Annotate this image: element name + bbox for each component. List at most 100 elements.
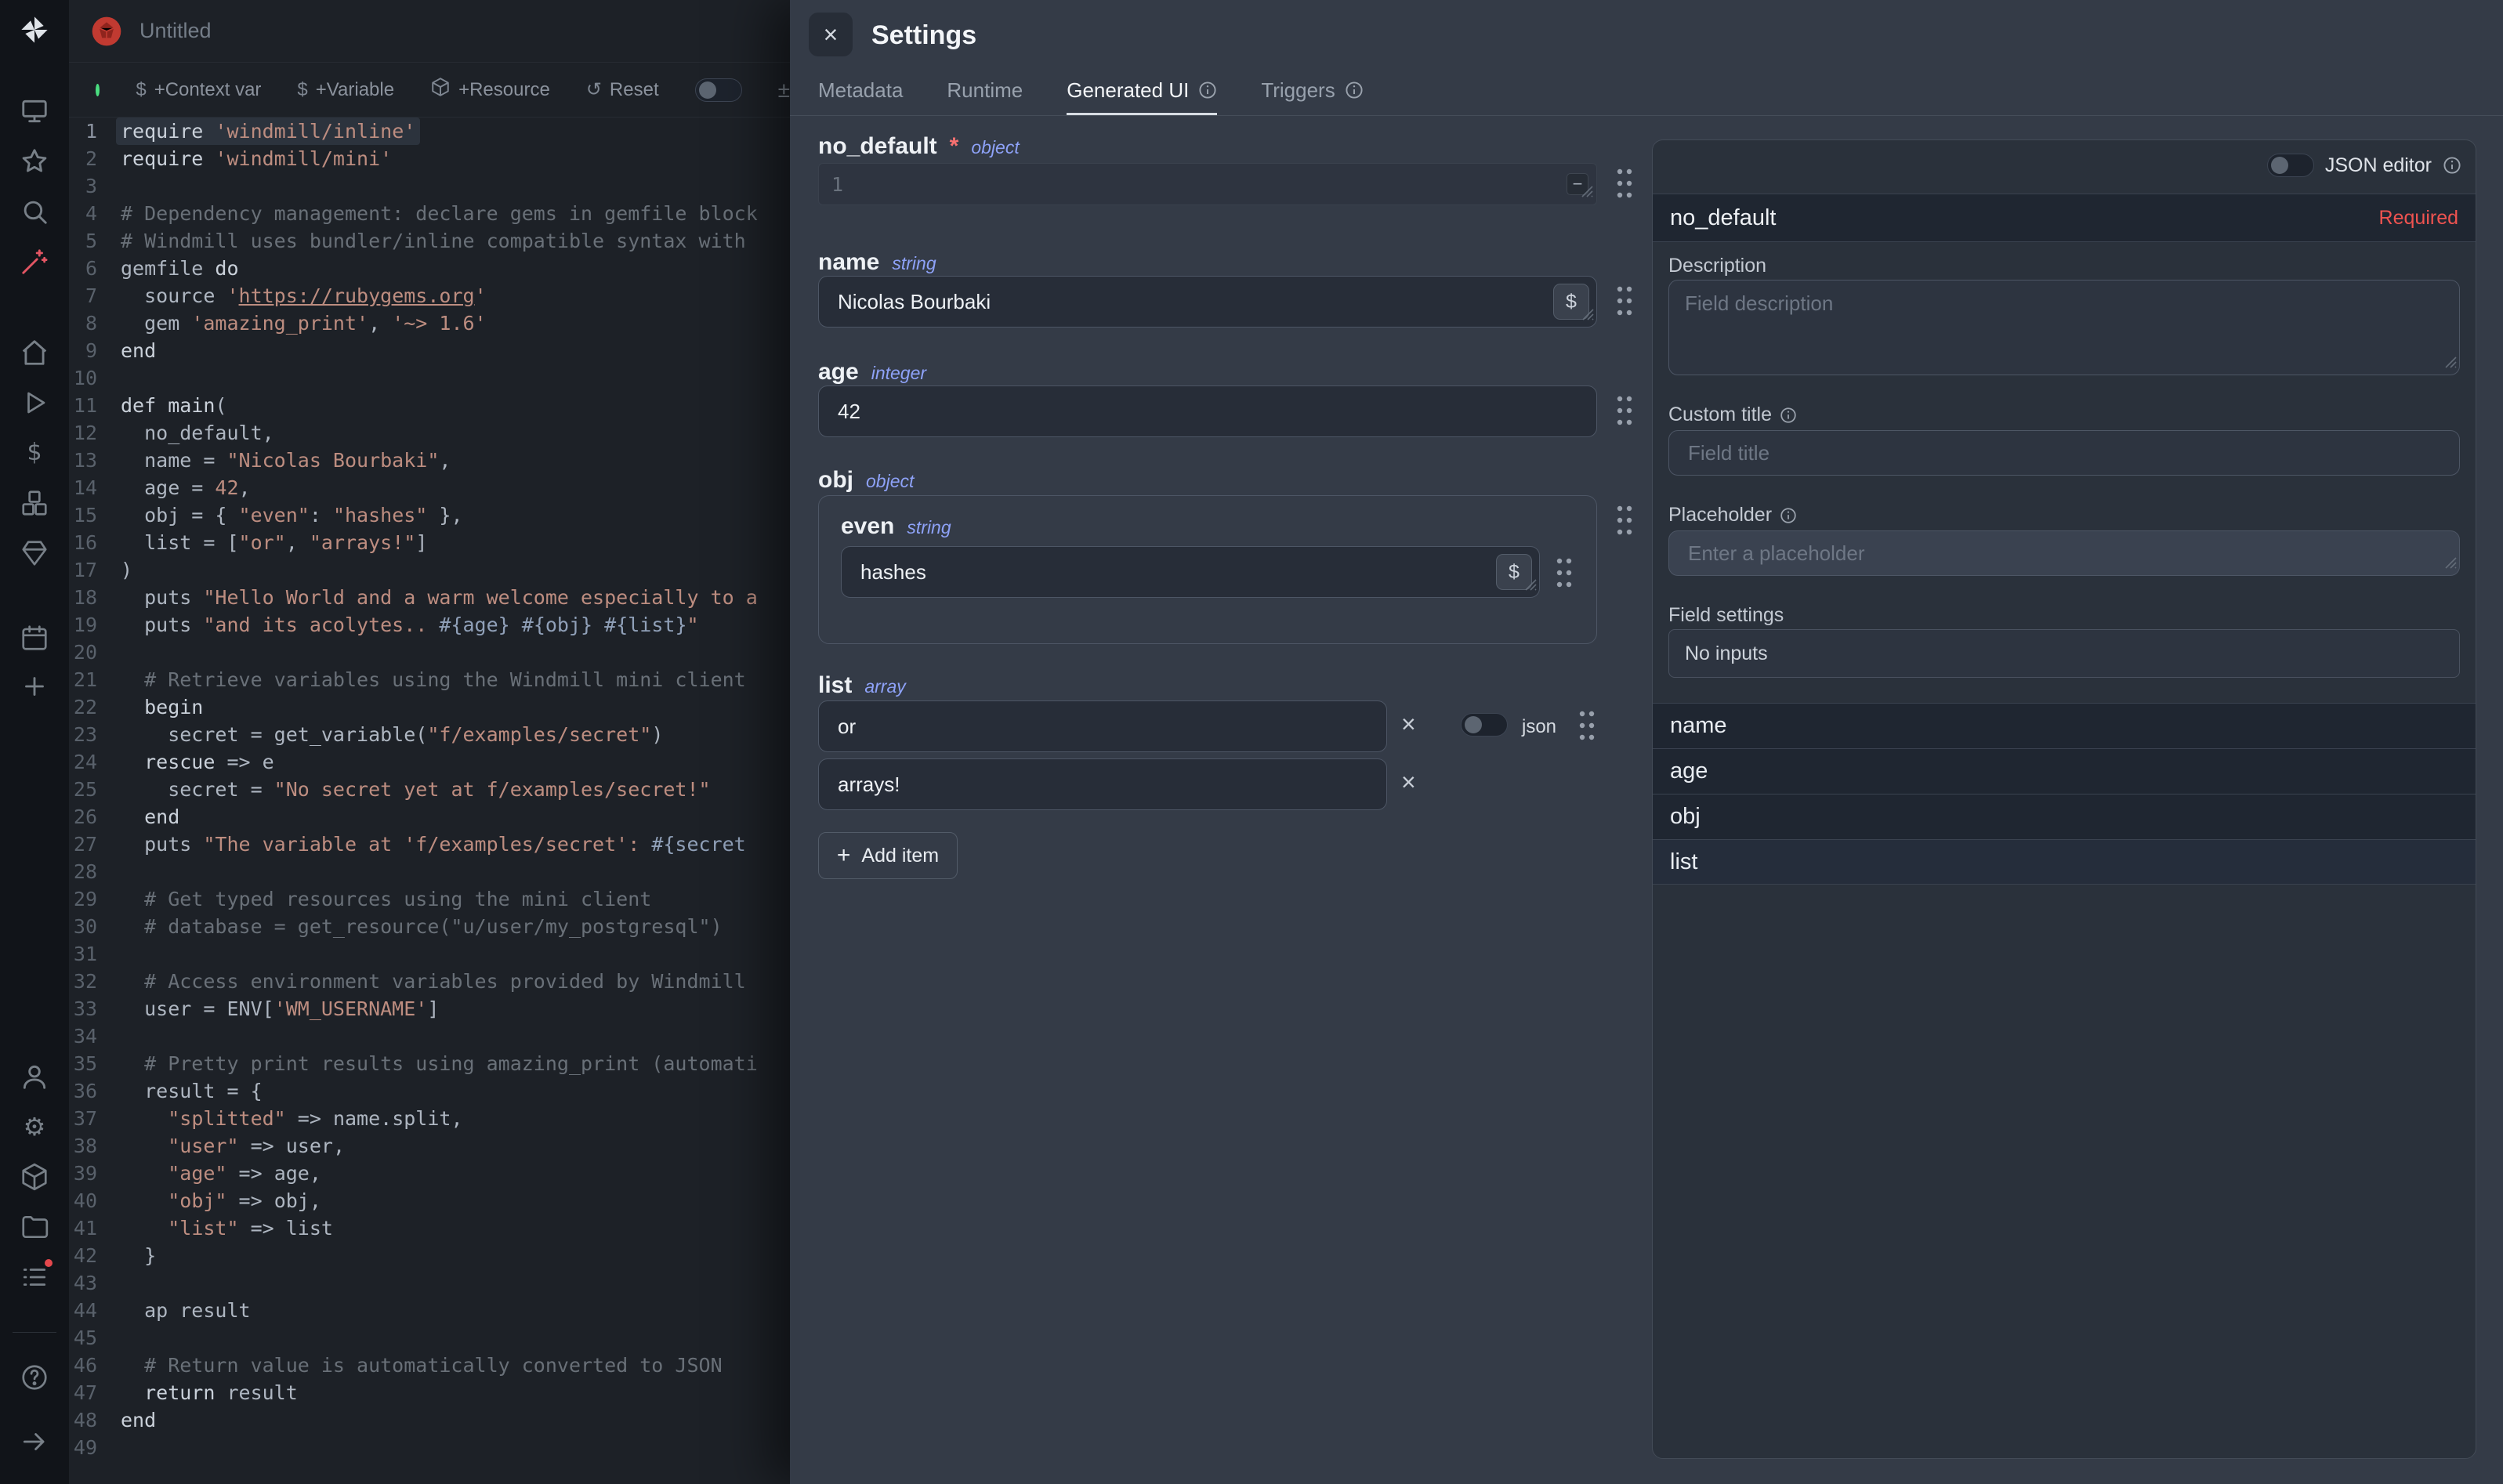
code-line: 44 ap result xyxy=(69,1297,790,1324)
inspector-row-name[interactable]: name xyxy=(1653,703,2476,748)
add-plus-icon[interactable] xyxy=(19,671,50,702)
remove-item-icon[interactable]: × xyxy=(1401,711,1416,737)
logs-list-icon[interactable] xyxy=(19,1261,50,1293)
insert-variable-button[interactable]: $ xyxy=(1496,554,1532,590)
code-line: 28 xyxy=(69,858,790,885)
code-line: 41 "list" => list xyxy=(69,1214,790,1242)
list-item-1-input[interactable] xyxy=(818,758,1387,810)
description-textarea[interactable] xyxy=(1668,280,2460,375)
add-item-button[interactable]: + Add item xyxy=(818,832,958,879)
code-line: 9end xyxy=(69,337,790,364)
drag-handle-icon[interactable] xyxy=(1614,503,1635,541)
info-icon xyxy=(2443,156,2461,175)
code-line: 13 name = "Nicolas Bourbaki", xyxy=(69,447,790,474)
collapse-arrow-icon[interactable] xyxy=(19,1426,50,1457)
code-line: 33 user = ENV['WM_USERNAME'] xyxy=(69,995,790,1023)
monitor-icon[interactable] xyxy=(19,96,50,127)
insert-variable-button[interactable]: $ xyxy=(1553,284,1589,320)
age-input[interactable] xyxy=(818,385,1597,437)
remove-item-icon[interactable]: × xyxy=(1401,769,1416,794)
json-editor-toggle[interactable] xyxy=(2267,154,2314,177)
name-input[interactable] xyxy=(818,276,1597,328)
home-icon[interactable] xyxy=(19,337,50,368)
name-input-wrap: $ xyxy=(818,276,1597,328)
workers-cube-icon[interactable] xyxy=(19,1161,50,1193)
script-title-input[interactable]: Untitled xyxy=(139,19,212,43)
inspector-row-obj[interactable]: obj xyxy=(1653,794,2476,839)
code-line: 21 # Retrieve variables using the Windmi… xyxy=(69,666,790,693)
drag-handle-icon[interactable] xyxy=(1614,284,1635,322)
field-settings-box: No inputs xyxy=(1668,629,2460,678)
code-line: 7 source 'https://rubygems.org' xyxy=(69,282,790,309)
list-item-1-wrap xyxy=(818,758,1387,810)
code-line: 38 "user" => user, xyxy=(69,1132,790,1160)
code-line: 15 obj = { "even": "hashes" }, xyxy=(69,501,790,529)
search-icon[interactable] xyxy=(19,196,50,227)
placeholder-input[interactable] xyxy=(1668,530,2460,576)
add-variable-button[interactable]: $ +Variable xyxy=(297,79,394,101)
titlebar: Untitled xyxy=(69,0,790,63)
plus-icon: + xyxy=(837,842,851,869)
magic-wand-icon[interactable] xyxy=(19,246,50,277)
code-line: 24 rescue => e xyxy=(69,748,790,776)
reset-button[interactable]: ↺ Reset xyxy=(586,78,659,101)
tab-runtime[interactable]: Runtime xyxy=(947,67,1023,115)
code-line: 35 # Pretty print results using amazing_… xyxy=(69,1050,790,1077)
drag-handle-icon[interactable] xyxy=(1614,393,1635,432)
code-line: 6gemfile do xyxy=(69,255,790,282)
list-item-0-input[interactable] xyxy=(818,700,1387,752)
inspector-row-no-default[interactable]: no_default Required xyxy=(1653,194,2476,242)
gem-icon[interactable] xyxy=(19,537,50,569)
fold-minus-icon[interactable]: − xyxy=(1567,173,1588,195)
tab-metadata[interactable]: Metadata xyxy=(818,67,903,115)
windmill-logo-icon[interactable] xyxy=(19,14,50,45)
code-line: 34 xyxy=(69,1023,790,1050)
toolbar-toggle[interactable] xyxy=(695,78,742,102)
drag-handle-icon[interactable] xyxy=(1577,708,1597,747)
code-line: 46 # Return value is automatically conve… xyxy=(69,1352,790,1379)
code-line: 10 xyxy=(69,364,790,392)
code-line: 26 end xyxy=(69,803,790,831)
json-mode-toggle[interactable] xyxy=(1461,713,1508,737)
add-resource-button[interactable]: +Resource xyxy=(430,77,550,103)
folders-icon[interactable] xyxy=(19,1211,50,1243)
inspector-row-age[interactable]: age xyxy=(1653,748,2476,794)
runs-play-icon[interactable] xyxy=(19,387,50,418)
variables-dollar-icon[interactable]: $ xyxy=(19,437,50,469)
settings-gear-icon[interactable]: ⚙ xyxy=(19,1111,50,1142)
custom-title-input[interactable] xyxy=(1668,430,2460,476)
code-line: 23 secret = get_variable("f/examples/sec… xyxy=(69,721,790,748)
inspector-row-list[interactable]: list xyxy=(1653,839,2476,885)
user-icon[interactable] xyxy=(19,1061,50,1092)
list-item-0-wrap xyxy=(818,700,1387,752)
placeholder-label: Placeholder xyxy=(1668,504,1797,527)
code-line: 40 "obj" => obj, xyxy=(69,1187,790,1214)
dollar-icon: $ xyxy=(297,79,307,101)
schedules-calendar-icon[interactable] xyxy=(19,622,50,653)
code-editor[interactable]: 1require 'windmill/inline'2require 'wind… xyxy=(69,118,790,1484)
no-default-json-editor[interactable]: 1 − xyxy=(818,163,1597,205)
age-input-wrap xyxy=(818,385,1597,437)
code-line: 17) xyxy=(69,556,790,584)
code-line: 49 xyxy=(69,1434,790,1461)
tab-generated-ui[interactable]: Generated UI xyxy=(1067,67,1217,115)
tab-triggers[interactable]: Triggers xyxy=(1261,67,1363,115)
code-line: 25 secret = "No secret yet at f/examples… xyxy=(69,776,790,803)
required-badge: Required xyxy=(2379,207,2458,230)
code-line: 27 puts "The variable at 'f/examples/sec… xyxy=(69,831,790,858)
resources-icon[interactable] xyxy=(19,487,50,519)
drag-handle-icon[interactable] xyxy=(1554,556,1574,594)
code-line: 47 return result xyxy=(69,1379,790,1406)
description-label: Description xyxy=(1668,255,1766,277)
code-line: 4# Dependency management: declare gems i… xyxy=(69,200,790,227)
even-input[interactable] xyxy=(841,546,1540,598)
diff-plusminus-icon[interactable]: ± xyxy=(778,78,790,103)
help-icon[interactable] xyxy=(19,1362,50,1393)
close-icon[interactable]: × xyxy=(809,13,853,56)
star-icon[interactable] xyxy=(19,146,50,177)
code-line: 48end xyxy=(69,1406,790,1434)
info-icon xyxy=(1198,81,1217,100)
json-editor-toggle-row: JSON editor xyxy=(2267,151,2461,179)
add-context-var-button[interactable]: $ +Context var xyxy=(136,79,261,101)
drag-handle-icon[interactable] xyxy=(1614,166,1635,205)
